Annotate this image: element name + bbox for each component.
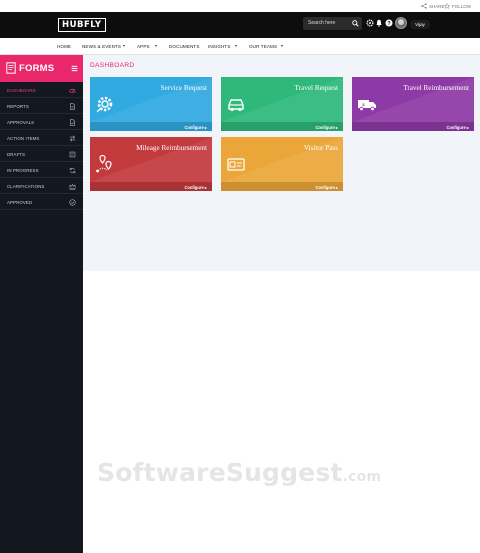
page-title: DASHBOARD <box>90 62 135 69</box>
sidebar-item-in-progress[interactable]: IN PROGRESS <box>0 163 83 178</box>
dashboard-icon <box>69 88 76 93</box>
share-label: SHARE <box>429 3 445 9</box>
sidebar-item-label: IN PROGRESS <box>7 168 39 173</box>
search-icon[interactable] <box>352 20 359 27</box>
transfer-icon <box>69 135 76 142</box>
chevron-down-icon[interactable]: ▾ <box>155 43 157 48</box>
main-content: DASHBOARD Service Request Configure ▸ Tr… <box>83 55 480 271</box>
check-circle-icon <box>69 199 76 206</box>
tile-title: Mileage Reimbursement <box>136 144 207 152</box>
sidebar-item-label: DRAFTS <box>7 152 26 157</box>
tile-travel-request[interactable]: Travel Request Configure ▸ <box>221 77 343 131</box>
sidebar-item-label: CLARIFICATIONS <box>7 184 45 189</box>
nav-insights[interactable]: INSIGHTS <box>208 44 231 49</box>
configure-link[interactable]: Configure ▸ <box>315 125 338 130</box>
sidebar-item-label: ACTION ITEMS <box>7 136 40 141</box>
nav-news-events[interactable]: NEWS & EVENTS <box>82 44 121 49</box>
hubfly-logo[interactable]: HUBFLY <box>58 18 106 32</box>
chevron-down-icon[interactable]: ▾ <box>123 43 125 48</box>
truck-icon: $ <box>358 100 376 112</box>
chevron-down-icon[interactable]: ▾ <box>281 43 283 48</box>
sidebar-item-label: DASHBOARD <box>7 88 36 93</box>
menu-icon[interactable] <box>71 65 78 72</box>
sidebar-item-dashboard[interactable]: DASHBOARD <box>0 83 83 98</box>
tile-travel-reimbursement[interactable]: Travel Reimbursement $ Configure ▸ <box>352 77 474 131</box>
nav-apps[interactable]: APPS <box>137 44 150 49</box>
draft-icon <box>69 151 76 158</box>
sidebar-item-label: REPORTS <box>7 104 29 109</box>
sidebar-item-reports[interactable]: REPORTS <box>0 99 83 114</box>
watermark-brand: SoftwareSuggest <box>97 458 343 487</box>
configure-link[interactable]: Configure ▸ <box>184 125 207 130</box>
settings-icon[interactable] <box>366 19 374 27</box>
search-box[interactable]: Search here <box>303 17 362 30</box>
chevron-down-icon[interactable]: ▾ <box>235 43 237 48</box>
tile-title: Service Request <box>160 84 207 92</box>
bell-icon[interactable] <box>375 19 383 27</box>
tile-service-request[interactable]: Service Request Configure ▸ <box>90 77 212 131</box>
map-pin-icon <box>96 154 112 173</box>
help-icon[interactable]: ? <box>385 19 393 27</box>
share-icon <box>421 3 427 9</box>
forms-header: FORMS <box>0 55 83 82</box>
gear-icon <box>96 96 113 113</box>
utility-bar: SHARE FOLLOW <box>0 0 480 12</box>
configure-link[interactable]: Configure ▸ <box>184 185 207 190</box>
nav-our-teams[interactable]: OUR TEAMS <box>249 44 277 49</box>
sidebar-item-approved[interactable]: APPROVED <box>0 195 83 210</box>
nav-home[interactable]: HOME <box>57 44 71 49</box>
sidebar-item-clarifications[interactable]: CLARIFICATIONS <box>0 179 83 194</box>
search-placeholder: Search here <box>308 20 336 26</box>
svg-text:?: ? <box>387 21 391 27</box>
nav-documents[interactable]: DOCUMENTS <box>169 44 200 49</box>
configure-link[interactable]: Configure ▸ <box>446 125 469 130</box>
star-icon <box>444 3 450 9</box>
car-icon <box>228 99 244 112</box>
forms-title: FORMS <box>19 63 55 74</box>
sidebar-item-approvals[interactable]: APPROVALS <box>0 115 83 130</box>
softwaresuggest-watermark: SoftwareSuggest.com <box>97 458 381 487</box>
tile-title: Visitor Pass <box>303 144 338 152</box>
tile-title: Travel Request <box>294 84 338 92</box>
pass-icon <box>227 158 245 171</box>
watermark-suffix: .com <box>342 469 382 485</box>
tile-title: Travel Reimbursement <box>403 84 469 92</box>
user-name[interactable]: Vijay <box>410 20 430 29</box>
tile-visitor-pass[interactable]: Visitor Pass Configure ▸ <box>221 137 343 191</box>
configure-link[interactable]: Configure ▸ <box>315 185 338 190</box>
header-bar: HUBFLY Search here ? Vijay <box>0 12 480 38</box>
share-link[interactable]: SHARE <box>421 3 445 9</box>
user-avatar[interactable] <box>395 17 407 29</box>
tile-mileage-reimbursement[interactable]: Mileage Reimbursement Configure ▸ <box>90 137 212 191</box>
crown-icon <box>69 183 76 190</box>
form-icon <box>6 62 16 74</box>
main-nav: HOME NEWS & EVENTS ▾ APPS ▾ DOCUMENTS IN… <box>0 38 480 55</box>
sidebar: FORMS DASHBOARD REPORTS APPROVALS ACTION… <box>0 55 83 553</box>
approvals-icon <box>70 119 75 126</box>
sidebar-item-label: APPROVALS <box>7 120 35 125</box>
follow-link[interactable]: FOLLOW <box>444 3 471 9</box>
refresh-icon <box>69 167 76 174</box>
sidebar-item-drafts[interactable]: DRAFTS <box>0 147 83 162</box>
app-page: SHARE FOLLOW HUBFLY Search here ? Vijay … <box>0 0 480 553</box>
sidebar-item-label: APPROVED <box>7 200 33 205</box>
sidebar-item-action-items[interactable]: ACTION ITEMS <box>0 131 83 146</box>
report-icon <box>70 103 75 110</box>
follow-label: FOLLOW <box>452 3 472 9</box>
